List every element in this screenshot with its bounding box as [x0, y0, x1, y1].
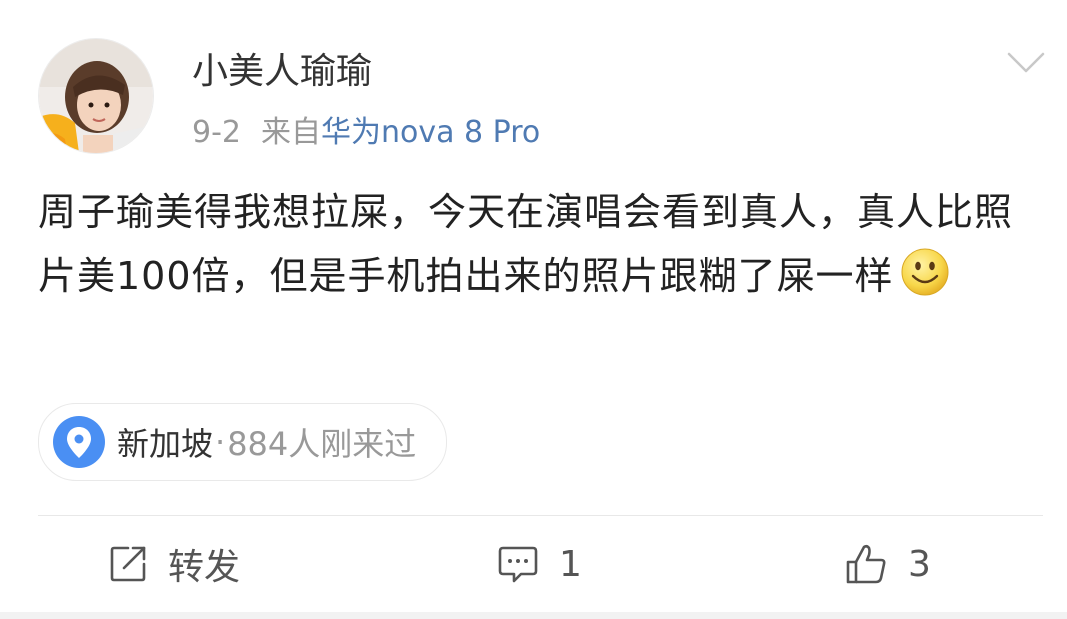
location-name: 新加坡: [117, 425, 214, 463]
location-tag[interactable]: 新加坡 · 884人刚来过: [38, 403, 448, 481]
chevron-down-icon[interactable]: [1006, 50, 1046, 76]
like-button[interactable]: 3: [844, 538, 931, 590]
thumbs-up-icon: [846, 544, 886, 584]
repost-icon: [110, 546, 146, 582]
post-text: 周子瑜美得我想拉屎，今天在演唱会看到真人，真人比照片美100倍，但是手机拍出来的…: [38, 190, 1014, 298]
weibo-post: 小美人瑜瑜 9-2 来自华为nova 8 Pro 周子瑜美得我想拉屎，今天在演唱会…: [0, 0, 1067, 619]
smiley-emoji-icon: [901, 248, 949, 296]
comment-count: 1: [559, 543, 582, 585]
post-meta: 9-2 来自华为nova 8 Pro: [192, 110, 540, 156]
source-prefix: 来自: [261, 115, 321, 150]
avatar-image: [39, 39, 153, 153]
post-date: 9-2: [192, 115, 241, 150]
repost-label: 转发: [168, 547, 241, 588]
location-visitors: 884人刚来过: [227, 425, 417, 463]
comment-icon: [498, 546, 538, 583]
bottom-separator: [0, 612, 1067, 619]
location-separator: ·: [215, 423, 226, 461]
author-name[interactable]: 小美人瑜瑜: [192, 46, 372, 98]
like-count: 3: [908, 543, 931, 585]
post-content: 周子瑜美得我想拉屎，今天在演唱会看到真人，真人比照片美100倍，但是手机拍出来的…: [38, 180, 1028, 308]
repost-button[interactable]: 转发: [108, 538, 240, 590]
action-divider: [38, 515, 1043, 516]
source-device[interactable]: 华为nova 8 Pro: [321, 115, 540, 150]
location-pin-icon: [53, 416, 105, 468]
comment-button[interactable]: 1: [497, 538, 582, 590]
user-avatar[interactable]: [38, 38, 154, 154]
